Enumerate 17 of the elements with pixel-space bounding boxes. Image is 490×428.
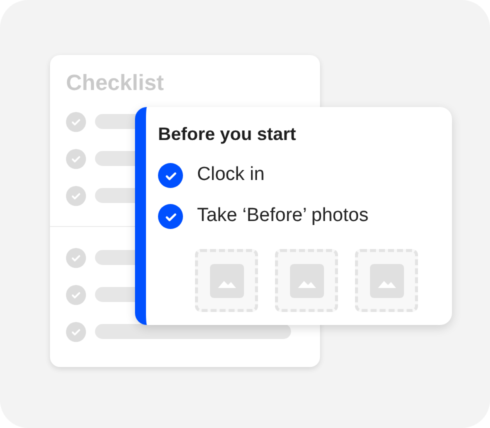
image-icon bbox=[290, 264, 324, 298]
check-icon bbox=[66, 284, 86, 304]
check-icon bbox=[66, 112, 86, 132]
checkbox[interactable] bbox=[158, 163, 183, 188]
item-label: Take ‘Before’ photos bbox=[197, 204, 368, 228]
image-icon bbox=[370, 264, 404, 298]
check-icon bbox=[66, 148, 86, 168]
check-icon bbox=[66, 322, 86, 342]
photo-placeholder[interactable] bbox=[355, 249, 418, 312]
photo-placeholder[interactable] bbox=[275, 249, 338, 312]
item-label: Clock in bbox=[197, 163, 265, 188]
image-icon bbox=[210, 264, 244, 298]
checkbox[interactable] bbox=[158, 204, 183, 229]
card-title: Before you start bbox=[158, 123, 298, 146]
photo-placeholder[interactable] bbox=[195, 249, 258, 312]
check-icon bbox=[66, 248, 86, 268]
check-icon bbox=[66, 186, 86, 206]
